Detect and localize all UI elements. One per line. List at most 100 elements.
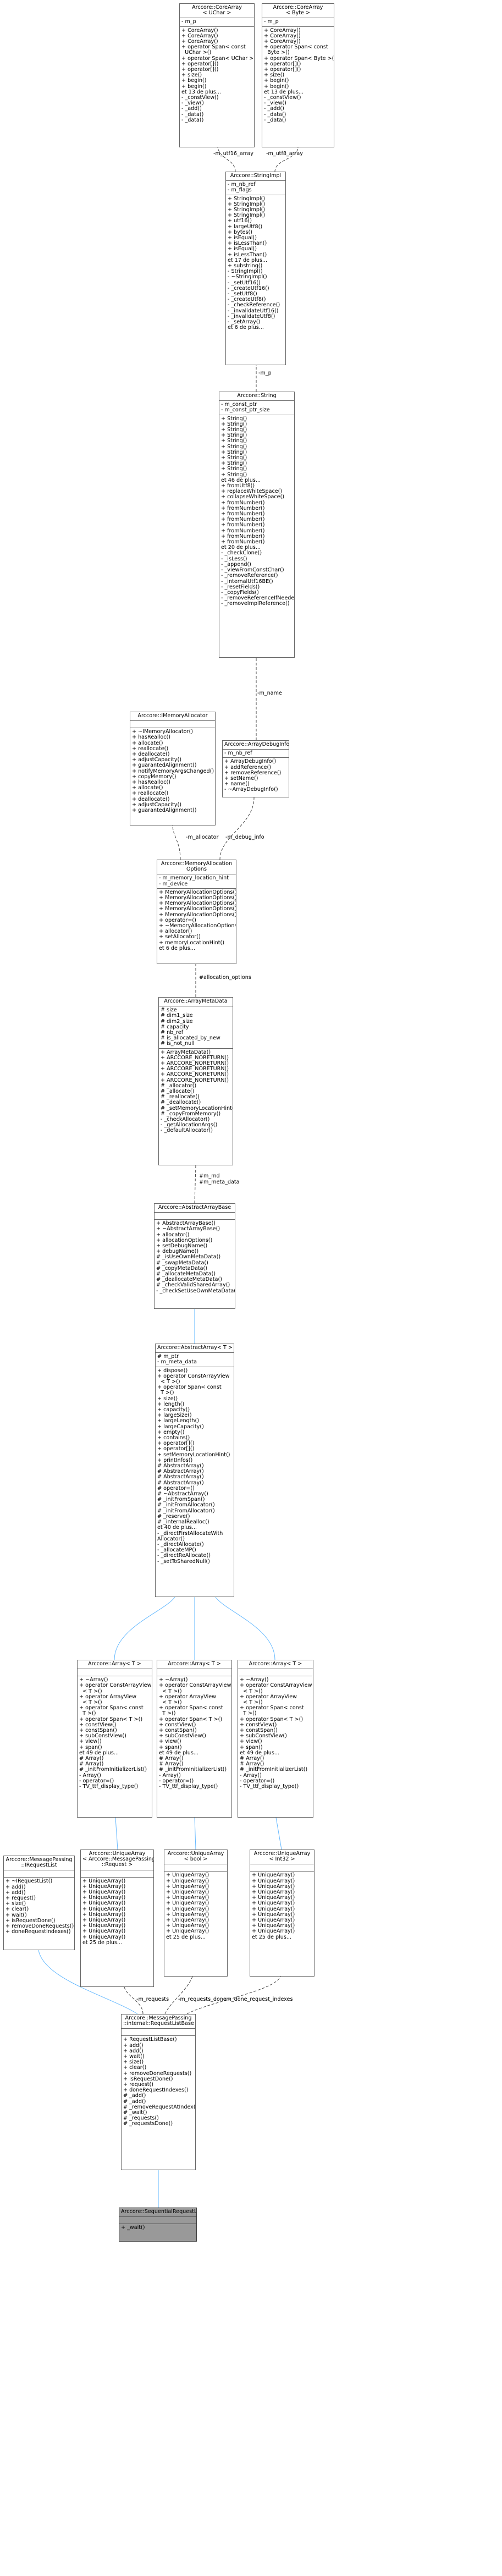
class-attributes xyxy=(157,1669,231,1676)
class-methods: + AbstractArrayBase() + ~AbstractArrayBas… xyxy=(155,1219,235,1295)
edge-done-indexes xyxy=(186,1969,284,2014)
class-title: Arccore::UniqueArray < Arccore::MessagePa… xyxy=(81,1850,153,1870)
edge-label-line: #m_meta_data xyxy=(199,1179,240,1185)
class-attributes: - m_nb_ref - m_flags xyxy=(226,180,285,194)
class-title: Arccore::AbstractArray< T > xyxy=(156,1344,234,1352)
class-title-line: ::internal::RequestListBase xyxy=(123,2021,194,2027)
class-array-debug-info[interactable]: Arccore::ArrayDebugInfo - m_nb_ref + Array… xyxy=(222,740,289,797)
edge-ua-int32 xyxy=(276,1818,282,1850)
class-string-impl[interactable]: Arccore::StringImpl - m_nb_ref - m_flags + … xyxy=(225,172,286,365)
class-method: - TV_ttf_display_type() xyxy=(240,1784,299,1790)
class-attributes xyxy=(238,1669,313,1676)
class-array-left[interactable]: Arccore::Array< T >+ ~Array() + operator … xyxy=(77,1660,152,1818)
edge-allocator xyxy=(170,817,181,860)
class-methods: + RequestListBase() + add() + add() + wait(… xyxy=(122,2035,195,2128)
class-title: Arccore::Array< T > xyxy=(157,1660,231,1669)
class-attributes xyxy=(81,1869,153,1877)
class-core-array-byte[interactable]: Arccore::CoreArray < Byte > - m_p + CoreArr… xyxy=(262,3,334,147)
class-array-meta-data[interactable]: Arccore::ArrayMetaData # size # dim1_size #… xyxy=(158,997,233,1165)
class-title-line: Arccore::Array< T > xyxy=(249,1661,302,1667)
class-unique-array-int32[interactable]: Arccore::UniqueArray < Int32 > + UniqueArr… xyxy=(250,1850,315,1977)
edge-label-line: #allocation_options xyxy=(199,975,251,981)
edge-array-right xyxy=(216,1597,275,1660)
class-request-list-base[interactable]: Arccore::MessagePassing::internal::Reque… xyxy=(121,2014,196,2170)
class-unique-array-bool[interactable]: Arccore::UniqueArray < bool > + UniqueArra… xyxy=(164,1850,228,1977)
class-attributes: - m_nb_ref xyxy=(223,749,289,757)
class-methods: + ~Array() + operator ConstArrayView < T … xyxy=(157,1676,231,1791)
edge-label-line: -m_name xyxy=(257,690,282,696)
class-abstract-array[interactable]: Arccore::AbstractArray< T > # m_ptr - m_me… xyxy=(155,1344,234,1597)
class-string[interactable]: Arccore::String - m_const_ptr - m_const_pt… xyxy=(219,392,295,658)
class-method: - _data() xyxy=(264,117,286,123)
class-attributes xyxy=(164,1864,227,1871)
class-title-line: < Int32 > xyxy=(269,1856,295,1863)
class-title: Arccore::Array< T > xyxy=(78,1660,152,1669)
class-attributes: - m_const_ptr - m_const_ptr_size xyxy=(219,400,294,414)
class-methods: + ~IMemoryAllocator() + hasRealloc() + all… xyxy=(130,728,215,814)
class-method: - _setToSharedNull() xyxy=(157,1558,210,1565)
edge-label-m-p: -m_p xyxy=(258,370,272,376)
edge-ua-bool xyxy=(195,1818,196,1850)
class-attribute: - m_p xyxy=(264,19,279,25)
class-array-right[interactable]: Arccore::Array< T > + ~Array() + operator … xyxy=(238,1660,313,1818)
class-attributes xyxy=(119,2216,196,2223)
class-method: - _removeImplReference() xyxy=(221,601,290,607)
class-title-line: Arccore::Array< T > xyxy=(168,1661,221,1667)
class-title-line: Arccore::String xyxy=(237,393,277,399)
edges-layer xyxy=(0,139,301,2208)
class-title: Arccore::MessagePassing::internal::Reque… xyxy=(122,2014,195,2028)
class-method: + _wait() xyxy=(121,2225,145,2231)
edge-label-m-done-request-indexes: -m_done_request_indexes xyxy=(224,1996,293,2002)
class-method: # _requestsDone() xyxy=(123,2121,173,2127)
class-method: et 40 de plus... xyxy=(157,1524,197,1531)
class-methods: + UniqueArray() + UniqueArray() + UniqueAr… xyxy=(81,1876,153,1947)
edge-label-m-md-meta-data: #m_md #m_meta_data xyxy=(199,1173,239,1185)
class-attributes: - m_p xyxy=(180,18,254,26)
class-title: Arccore::ArrayDebugInfo xyxy=(223,741,289,749)
class-attributes: - m_memory_location_hint - m_device xyxy=(157,874,236,888)
class-title: Arccore::AbstractArrayBase xyxy=(155,1204,235,1212)
class-method: - _removeReference() xyxy=(221,573,278,579)
class-title: Arccore::StringImpl xyxy=(226,172,285,180)
class-methods: + CoreArray() + CoreArray() + CoreArray() +… xyxy=(262,26,334,124)
edge-label-m-requests: -m_requests xyxy=(136,1996,169,2002)
class-method: - _defaultAllocator() xyxy=(161,1127,213,1134)
class-irequest-list[interactable]: Arccore::MessagePassing::IRequestList + ~… xyxy=(3,1856,75,1950)
class-title: Arccore::CoreArray < Byte > xyxy=(262,4,334,18)
class-attribute: - m_device xyxy=(159,880,188,887)
class-method: - _checkSetUseOwnMetaData() xyxy=(156,1287,235,1294)
edge-label-line: #m_md xyxy=(199,1173,220,1179)
class-method: - TV_ttf_display_type() xyxy=(79,1784,139,1790)
edge-md-meta xyxy=(193,1157,198,1204)
edge-label-line: -m_p xyxy=(258,370,272,376)
edge-ua-request xyxy=(115,1818,118,1850)
class-attribute: - m_flags xyxy=(228,187,252,194)
class-title-line: Arccore::AbstractArray< T > xyxy=(157,1345,233,1351)
class-methods: + dispose() + operator ConstArrayView < T… xyxy=(156,1366,234,1566)
class-method: + guarantedAlignment() xyxy=(132,807,197,814)
class-methods: + _wait() xyxy=(119,2223,196,2232)
class-core-array-uchar[interactable]: Arccore::CoreArray < UChar > - m_p + CoreAr… xyxy=(179,3,255,147)
class-method: - TV_ttf_display_type() xyxy=(159,1784,218,1790)
class-title: Arccore::SequentialRequestList xyxy=(119,2208,196,2216)
class-abstract-array-base[interactable]: Arccore::AbstractArrayBase+ AbstractArra… xyxy=(154,1203,235,1309)
edge-label-m-debug-info: -m_debug_info xyxy=(225,834,264,840)
class-imemory-allocator[interactable]: Arccore::IMemoryAllocator+ ~IMemoryAlloc… xyxy=(130,712,216,825)
class-attributes: # size # dim1_size # dim2_size # capacity # … xyxy=(159,1006,233,1048)
class-memory-allocation-options[interactable]: Arccore::MemoryAllocation Options - m_memo… xyxy=(157,860,236,964)
class-unique-array-request[interactable]: Arccore::UniqueArray < Arccore::MessagePa… xyxy=(80,1850,154,1987)
class-method: et 25 de plus... xyxy=(82,1939,122,1946)
edge-label-m-allocator: -m_allocator xyxy=(186,834,218,840)
class-attributes xyxy=(78,1669,152,1676)
class-method: et 6 de plus... xyxy=(159,945,195,951)
class-method: - _directReAllocate() xyxy=(157,1553,211,1559)
class-title: Arccore::IMemoryAllocator xyxy=(130,712,215,720)
class-array-mid[interactable]: Arccore::Array< T >+ ~Array() + operator … xyxy=(157,1660,232,1818)
class-methods: + ~Array() + operator ConstArrayView < T … xyxy=(78,1676,152,1791)
class-sequential-request-list[interactable]: Arccore::SequentialRequestList+ _wait() xyxy=(119,2208,197,2242)
class-methods: + ~IRequestList() + add() + add() + request… xyxy=(4,1877,74,1936)
edge-label-line: -m_debug_info xyxy=(225,834,264,840)
class-attributes xyxy=(155,1212,235,1219)
class-attribute: # is_not_null xyxy=(161,1041,195,1047)
class-method: - _data() xyxy=(181,117,204,123)
